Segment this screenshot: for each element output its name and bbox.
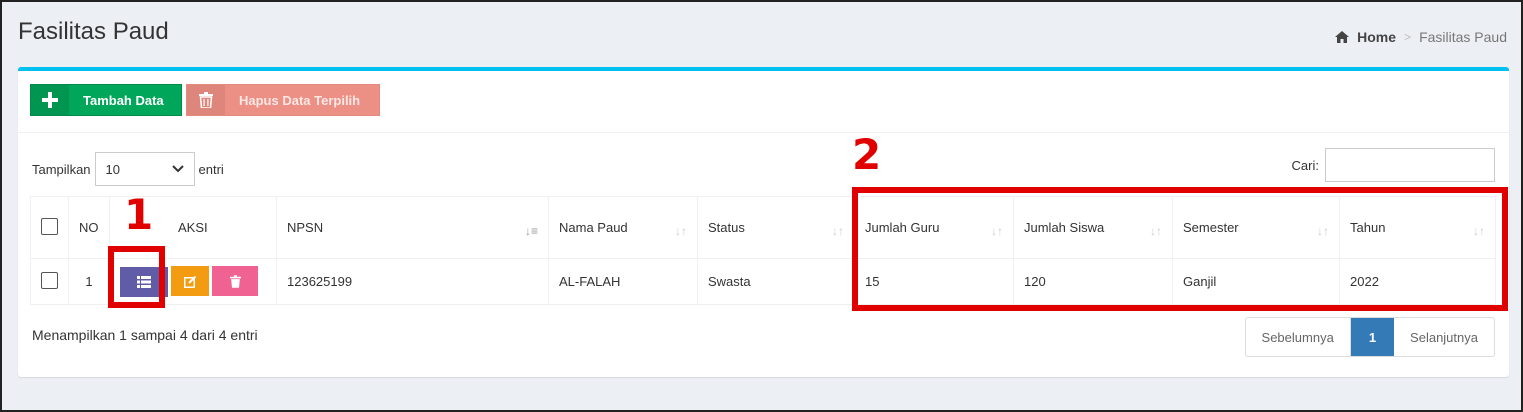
search-control: Cari: [1292,148,1495,182]
trash-icon [229,274,241,288]
entries-prefix: Tampilkan [32,161,91,177]
annotation-number-1: 1 [124,190,154,239]
toolbar: Tambah Data Hapus Data Terpilih [18,71,1509,133]
delete-button[interactable] [212,266,258,297]
edit-icon [183,275,196,288]
header-no[interactable]: NO [68,196,110,259]
header-nama-paud[interactable]: Nama Paud ↓↑ [548,196,698,259]
sort-icon: ↓↑ [832,223,844,238]
cell-nama-paud: AL-FALAH [548,258,698,305]
breadcrumb-current: Fasilitas Paud [1419,29,1507,45]
annotation-number-2: 2 [852,130,882,179]
plus-icon [31,85,69,115]
prev-page-button[interactable]: Sebelumnya [1246,318,1351,356]
annotation-box-1 [108,246,165,308]
entries-suffix: entri [198,161,224,177]
sort-icon: ↓↑ [675,223,687,238]
page-1-button[interactable]: 1 [1350,318,1395,356]
sort-asc-icon: ↓≡ [524,223,538,238]
chevron-down-icon [171,165,184,173]
delete-selected-label: Hapus Data Terpilih [239,92,361,108]
home-icon [1335,31,1350,43]
add-data-label: Tambah Data [83,92,164,108]
cell-npsn: 123625199 [276,258,549,305]
select-all-header [30,196,69,259]
row-checkbox[interactable] [41,271,58,289]
search-label: Cari: [1291,157,1319,173]
trash-icon [187,85,225,115]
select-all-checkbox[interactable] [41,217,58,235]
table-info: Menampilkan 1 sampai 4 dari 4 entri [32,327,258,343]
row-select-cell [30,258,69,305]
header-npsn[interactable]: NPSN ↓≡ [276,196,549,259]
page-title: Fasilitas Paud [18,18,169,45]
edit-button[interactable] [171,266,209,297]
header-status[interactable]: Status ↓↑ [697,196,855,259]
annotation-box-2 [852,187,1508,311]
breadcrumb-home[interactable]: Home [1335,29,1396,45]
cell-status: Swasta [697,258,855,305]
delete-selected-button[interactable]: Hapus Data Terpilih [186,84,380,116]
cell-no: 1 [68,258,110,305]
entries-select-value: 10 [105,161,120,177]
search-input[interactable] [1325,148,1495,182]
breadcrumb-separator: > [1404,30,1412,44]
breadcrumb-home-label: Home [1357,29,1397,45]
add-data-button[interactable]: Tambah Data [30,84,182,116]
breadcrumb: Home > Fasilitas Paud [1335,29,1507,45]
entries-length-control: Tampilkan 10 entri [32,152,224,186]
entries-select[interactable]: 10 [94,152,195,186]
next-page-button[interactable]: Selanjutnya [1394,318,1494,356]
pagination: Sebelumnya 1 Selanjutnya [1244,317,1495,357]
